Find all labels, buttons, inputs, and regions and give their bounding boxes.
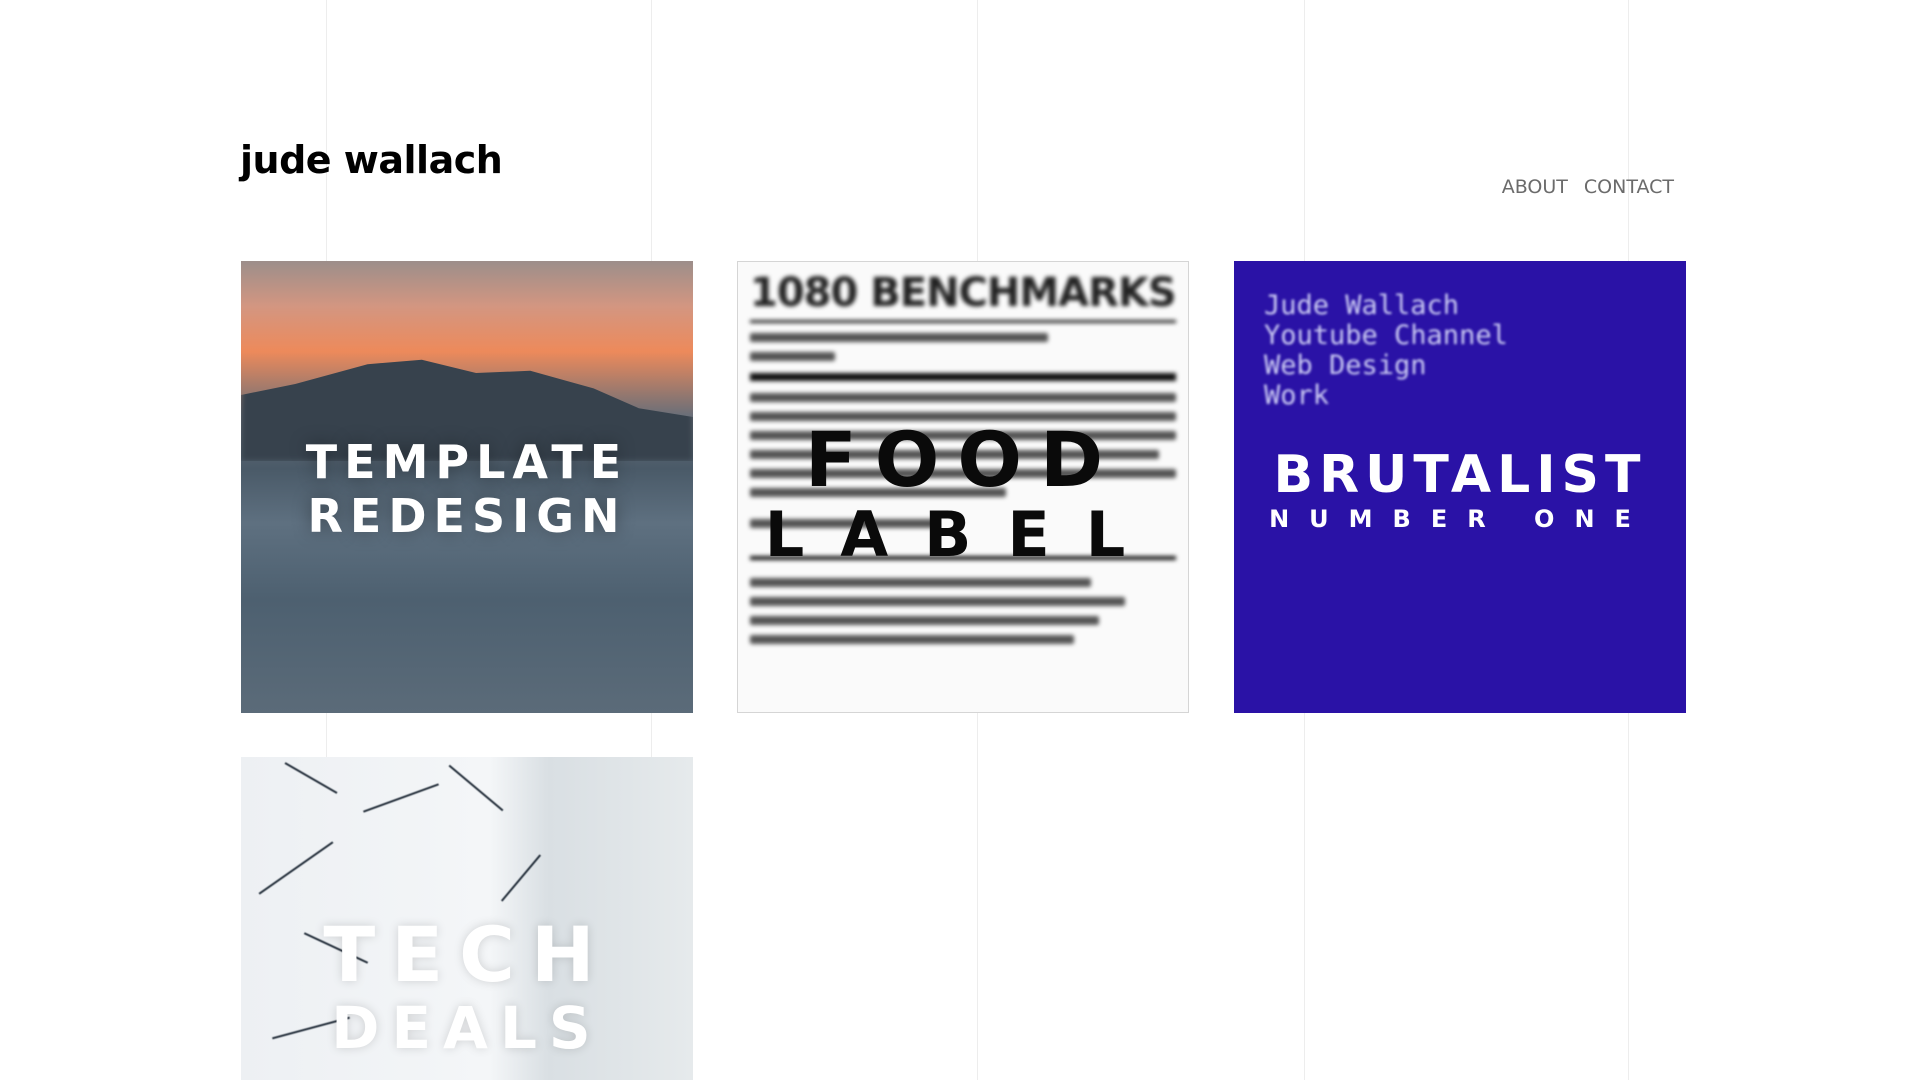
document-line [750, 616, 1100, 625]
document-line [750, 393, 1176, 402]
tile-title: TEMPLATE REDESIGN [241, 439, 693, 547]
project-tile-brutalist[interactable]: Jude Wallach Youtube Channel Web Design … [1234, 261, 1686, 713]
marble-vein [448, 764, 504, 812]
site-title[interactable]: jude wallach [240, 138, 503, 182]
marble-vein [258, 841, 334, 895]
mono-line: Web Design [1264, 350, 1427, 381]
tile-title-line-2: REDESIGN [307, 489, 627, 543]
marble-vein [500, 854, 542, 902]
tile-title-line-1: BRUTALIST [1273, 445, 1647, 505]
tile-title-line-2: NUMBER ONE [1269, 505, 1651, 533]
mono-line: Work [1264, 380, 1330, 411]
document-line [750, 635, 1074, 644]
tile-title-line-1: TEMPLATE [305, 435, 629, 489]
tile-title: TECH DEALS [241, 910, 693, 1062]
mono-line: Jude Wallach [1264, 290, 1460, 321]
tile-title: BRUTALIST NUMBER ONE [1234, 449, 1686, 531]
project-tile-tech-deals[interactable]: TECH DEALS [241, 757, 693, 1080]
main-nav: ABOUT CONTACT [1502, 176, 1674, 198]
document-line [750, 352, 836, 361]
tile-title-line-1: TECH [323, 910, 611, 999]
project-tile-template-redesign[interactable]: TEMPLATE REDESIGN [241, 261, 693, 713]
marble-vein [284, 762, 338, 794]
mono-line: Youtube Channel [1264, 320, 1508, 351]
document-line [750, 578, 1091, 587]
mono-text-block: Jude Wallach Youtube Channel Web Design … [1264, 291, 1508, 411]
tile-title: FOOD LABEL [738, 422, 1188, 566]
tile-title-line-2: DEALS [331, 994, 603, 1062]
nav-contact-link[interactable]: CONTACT [1584, 176, 1674, 198]
marble-vein [363, 783, 439, 813]
nav-about-link[interactable]: ABOUT [1502, 176, 1568, 198]
document-heading: 1080 BENCHMARKS [750, 270, 1177, 323]
tile-title-line-2: LABEL [764, 498, 1162, 571]
tile-title-line-1: FOOD [804, 415, 1122, 504]
document-line [750, 597, 1125, 606]
document-line [750, 333, 1049, 342]
document-rule [750, 373, 1176, 381]
project-tile-food-label[interactable]: 1080 BENCHMARKS FOOD LABEL [737, 261, 1189, 713]
